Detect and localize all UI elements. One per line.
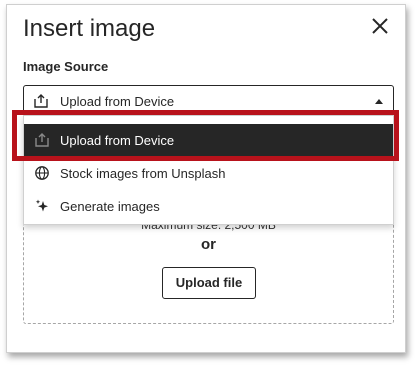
close-icon[interactable] bbox=[369, 15, 391, 37]
upload-icon bbox=[34, 94, 48, 108]
globe-icon bbox=[35, 166, 49, 180]
upload-icon bbox=[35, 133, 49, 147]
select-value: Upload from Device bbox=[60, 94, 175, 109]
menu-item-label: Upload from Device bbox=[60, 133, 175, 148]
menu-item-label: Stock images from Unsplash bbox=[60, 166, 226, 181]
upload-file-button[interactable]: Upload file bbox=[162, 267, 256, 299]
menu-item-generate-images[interactable]: Generate images bbox=[24, 190, 393, 223]
chevron-up-icon bbox=[375, 99, 383, 104]
or-text: or bbox=[201, 236, 216, 253]
image-source-select[interactable]: Upload from Device bbox=[23, 85, 394, 117]
menu-item-label: Generate images bbox=[60, 199, 160, 214]
dialog-title: Insert image bbox=[23, 15, 156, 42]
menu-item-stock-images[interactable]: Stock images from Unsplash bbox=[24, 157, 393, 190]
image-source-menu: Upload from Device Stock images from Uns… bbox=[23, 115, 394, 225]
image-source-label: Image Source bbox=[23, 59, 109, 74]
upload-dropzone[interactable]: Maximum size: 2,500 MB or Upload file bbox=[23, 210, 394, 324]
menu-item-upload-from-device[interactable]: Upload from Device bbox=[24, 124, 393, 157]
sparkle-icon bbox=[35, 199, 48, 212]
